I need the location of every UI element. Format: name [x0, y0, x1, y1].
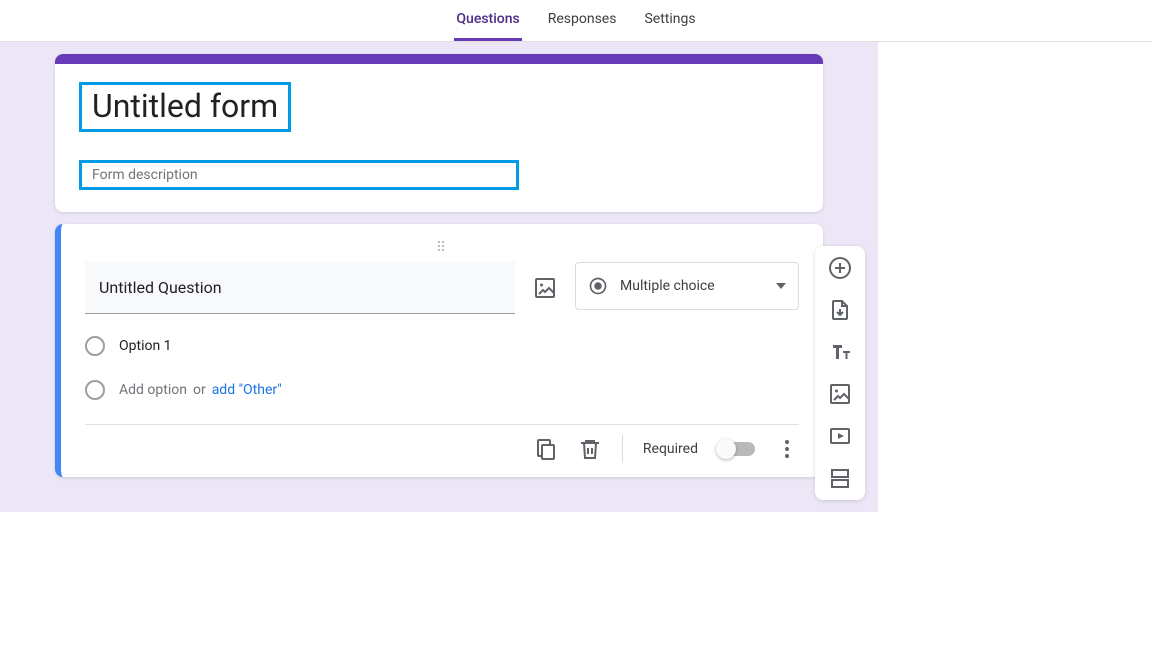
tabbar: Questions Responses Settings	[0, 0, 1152, 42]
form-description-input[interactable]: Form description	[92, 167, 506, 183]
add-video-icon[interactable]	[828, 424, 852, 448]
question-card: ⠿ Multiple choice Option 1 Add option	[55, 224, 823, 477]
form-canvas: Untitled form Form description ⠿ Multipl…	[0, 42, 878, 512]
option-label[interactable]: Option 1	[119, 338, 172, 354]
duplicate-icon[interactable]	[534, 437, 558, 461]
form-title-input[interactable]: Untitled form	[92, 87, 278, 125]
form-description-highlight: Form description	[79, 160, 519, 190]
radio-icon	[85, 380, 105, 400]
question-footer: Required	[85, 424, 799, 477]
question-type-select[interactable]: Multiple choice	[575, 262, 799, 310]
question-title-input[interactable]	[85, 262, 515, 314]
add-option-text[interactable]: Add option	[119, 382, 187, 398]
delete-icon[interactable]	[578, 437, 602, 461]
drag-handle-icon[interactable]: ⠿	[85, 244, 799, 252]
add-title-icon[interactable]	[828, 340, 852, 364]
divider	[622, 435, 623, 463]
header-accent-bar	[55, 54, 823, 64]
or-text: or	[193, 382, 206, 398]
form-title-highlight: Untitled form	[79, 82, 291, 132]
chevron-down-icon	[776, 283, 786, 289]
tab-questions[interactable]: Questions	[454, 0, 521, 41]
add-image-icon[interactable]	[533, 276, 557, 300]
add-section-icon[interactable]	[828, 466, 852, 490]
radio-icon	[85, 336, 105, 356]
tab-settings[interactable]: Settings	[642, 0, 697, 41]
add-other-link[interactable]: add "Other"	[212, 382, 282, 398]
tab-responses[interactable]: Responses	[546, 0, 619, 41]
import-questions-icon[interactable]	[828, 298, 852, 322]
required-toggle[interactable]	[718, 442, 755, 456]
add-image-tool-icon[interactable]	[828, 382, 852, 406]
form-header-card: Untitled form Form description	[55, 54, 823, 212]
more-options-icon[interactable]	[775, 437, 799, 461]
option-row: Option 1	[85, 336, 799, 356]
required-label: Required	[643, 441, 698, 457]
add-question-icon[interactable]	[828, 256, 852, 280]
add-option-row: Add option or add "Other"	[85, 380, 799, 400]
question-type-label: Multiple choice	[620, 278, 715, 294]
side-toolbar	[815, 246, 865, 500]
